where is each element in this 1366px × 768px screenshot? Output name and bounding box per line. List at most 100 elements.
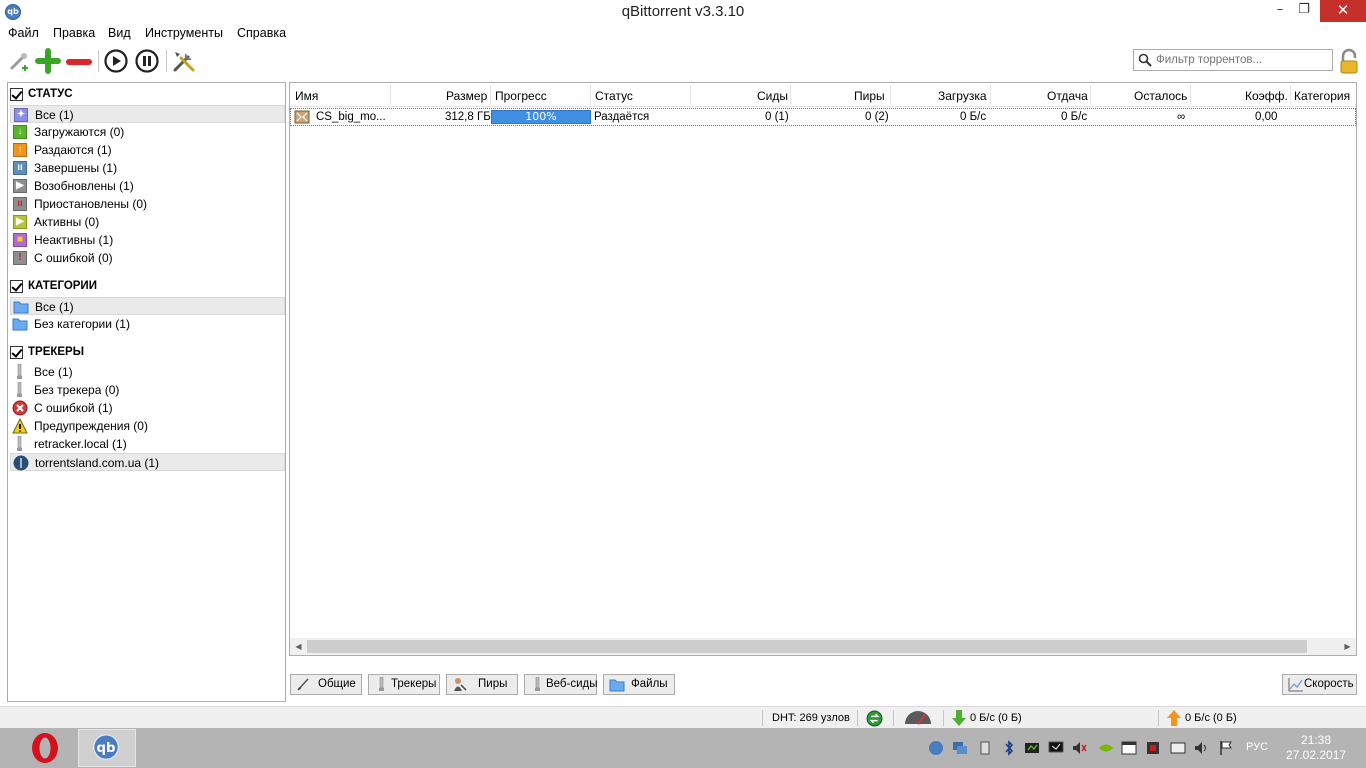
trackers-section-checkbox[interactable] <box>10 346 23 359</box>
maximize-button[interactable]: ❐ <box>1290 0 1318 22</box>
tracker-icon <box>17 364 22 379</box>
menu-tools[interactable]: Инструменты <box>145 26 223 40</box>
column-header-peers[interactable]: Пиры <box>854 89 885 103</box>
tray-window-icon[interactable] <box>1121 740 1137 756</box>
tab-files[interactable]: Файлы <box>603 674 675 695</box>
column-header-size[interactable]: Размер <box>446 89 487 103</box>
status-filter-resumed[interactable]: ▶ Возобновлены (1) <box>10 177 285 195</box>
tray-qbittorrent-icon[interactable] <box>928 740 944 756</box>
column-divider[interactable] <box>890 85 891 105</box>
tray-nvidia-icon[interactable] <box>1098 740 1114 756</box>
dht-nodes-count: DHT: 269 узлов <box>772 712 850 724</box>
keyboard-layout-indicator[interactable]: РУС <box>1246 741 1268 753</box>
column-header-eta[interactable]: Осталось <box>1134 89 1187 103</box>
torrent-peers: 0 (2) <box>865 111 889 123</box>
filter-label: Возобновлены (1) <box>34 179 134 193</box>
status-divider <box>762 710 763 726</box>
categories-section-checkbox[interactable] <box>10 280 23 293</box>
table-row[interactable]: CS_big_mo... 312,8 ГБ 100% Раздаётся 0 (… <box>290 108 1356 126</box>
options-button[interactable] <box>171 48 197 74</box>
add-torrent-button[interactable] <box>35 48 61 74</box>
column-header-name[interactable]: Имя <box>295 89 318 103</box>
status-filter-active[interactable]: ▶ Активны (0) <box>10 213 285 231</box>
tab-general[interactable]: Общие <box>290 674 362 695</box>
pause-button[interactable] <box>134 48 160 74</box>
close-button[interactable]: ✕ <box>1320 0 1366 22</box>
tab-webseeds[interactable]: Веб-сиды <box>524 674 598 695</box>
status-filter-paused[interactable]: ıı Приостановлены (0) <box>10 195 285 213</box>
status-filter-all[interactable]: ✦ Все (1) <box>10 105 285 123</box>
search-input[interactable] <box>1156 52 1328 68</box>
tab-trackers[interactable]: Трекеры <box>368 674 440 695</box>
pencil-icon <box>297 678 309 691</box>
scroll-left-arrow-icon[interactable]: ◀ <box>290 640 307 653</box>
status-divider <box>857 710 858 726</box>
tracker-filter-warning[interactable]: Предупреждения (0) <box>10 417 285 435</box>
column-header-progress[interactable]: Прогресс <box>495 89 547 103</box>
column-header-upload[interactable]: Отдача <box>1047 89 1088 103</box>
column-header-seeds[interactable]: Сиды <box>757 89 788 103</box>
torrent-filter-search[interactable] <box>1133 49 1333 71</box>
column-header-ratio[interactable]: Коэфф. <box>1245 89 1288 103</box>
add-torrent-link-button[interactable] <box>6 48 32 74</box>
status-filter-downloading[interactable]: ↓ Загружаются (0) <box>10 123 285 141</box>
tray-flag-icon[interactable] <box>1218 740 1234 756</box>
menu-view[interactable]: Вид <box>108 26 131 40</box>
tracker-filter-all[interactable]: Все (1) <box>10 363 285 381</box>
menu-help[interactable]: Справка <box>237 26 286 40</box>
lock-button[interactable] <box>1338 48 1360 76</box>
status-section-checkbox[interactable] <box>10 88 23 101</box>
tray-update-icon[interactable] <box>1024 740 1040 756</box>
system-clock[interactable]: 21:38 27.02.2017 <box>1286 733 1346 763</box>
tracker-filter-torrentsland[interactable]: torrentsland.com.ua (1) <box>10 453 285 471</box>
folder-icon <box>609 679 625 692</box>
column-divider[interactable] <box>1090 85 1091 105</box>
error-icon: ! <box>12 250 28 266</box>
remove-torrent-button[interactable] <box>66 48 92 74</box>
tracker-filter-retracker-local[interactable]: retracker.local (1) <box>10 435 285 453</box>
taskbar-opera-button[interactable] <box>16 729 74 767</box>
tray-speaker-icon[interactable] <box>1194 740 1210 756</box>
status-filter-inactive[interactable]: ■ Неактивны (1) <box>10 231 285 249</box>
column-divider[interactable] <box>1190 85 1191 105</box>
tray-volume-icon[interactable] <box>1072 740 1088 756</box>
tray-network-icon[interactable] <box>952 740 968 756</box>
column-divider[interactable] <box>390 85 391 105</box>
scroll-right-arrow-icon[interactable]: ▶ <box>1339 640 1356 653</box>
global-download-speed: 0 Б/с (0 Б) <box>970 712 1022 724</box>
link-icon <box>10 53 28 71</box>
status-filter-completed[interactable]: ıı Завершены (1) <box>10 159 285 177</box>
tracker-filter-trackerless[interactable]: Без трекера (0) <box>10 381 285 399</box>
tray-keyboard-icon[interactable] <box>1170 740 1186 756</box>
menu-edit[interactable]: Правка <box>53 26 95 40</box>
status-filter-errored[interactable]: ! С ошибкой (0) <box>10 249 285 267</box>
category-filter-uncategorized[interactable]: Без категории (1) <box>10 315 285 333</box>
resume-button[interactable] <box>103 48 129 74</box>
tray-security-icon[interactable] <box>1145 740 1161 756</box>
speed-limit-icon[interactable] <box>903 710 933 726</box>
taskbar-qbittorrent-button[interactable]: qb <box>78 729 136 767</box>
connection-status-icon[interactable] <box>866 710 883 727</box>
menu-file[interactable]: Файл <box>8 26 39 40</box>
column-header-category[interactable]: Категория <box>1294 89 1350 103</box>
scrollbar-thumb[interactable] <box>307 640 1307 653</box>
column-header-download[interactable]: Загрузка <box>938 89 987 103</box>
horizontal-scrollbar[interactable]: ◀ ▶ <box>290 638 1356 655</box>
status-filter-seeding[interactable]: ↑ Раздаются (1) <box>10 141 285 159</box>
column-divider[interactable] <box>490 85 491 105</box>
column-header-status[interactable]: Статус <box>595 89 633 103</box>
tracker-icon <box>17 382 22 397</box>
column-divider[interactable] <box>790 85 791 105</box>
tray-usb-icon[interactable] <box>977 740 993 756</box>
column-divider[interactable] <box>690 85 691 105</box>
tray-display-icon[interactable] <box>1048 740 1064 756</box>
speed-graph-button[interactable]: Скорость <box>1282 674 1357 695</box>
column-divider[interactable] <box>1290 85 1291 105</box>
tracker-filter-error[interactable]: С ошибкой (1) <box>10 399 285 417</box>
column-divider[interactable] <box>590 85 591 105</box>
tab-peers[interactable]: Пиры <box>446 674 518 695</box>
warning-icon <box>12 418 28 434</box>
tray-bluetooth-icon[interactable] <box>1001 740 1017 756</box>
column-divider[interactable] <box>990 85 991 105</box>
category-filter-all[interactable]: Все (1) <box>10 297 285 315</box>
